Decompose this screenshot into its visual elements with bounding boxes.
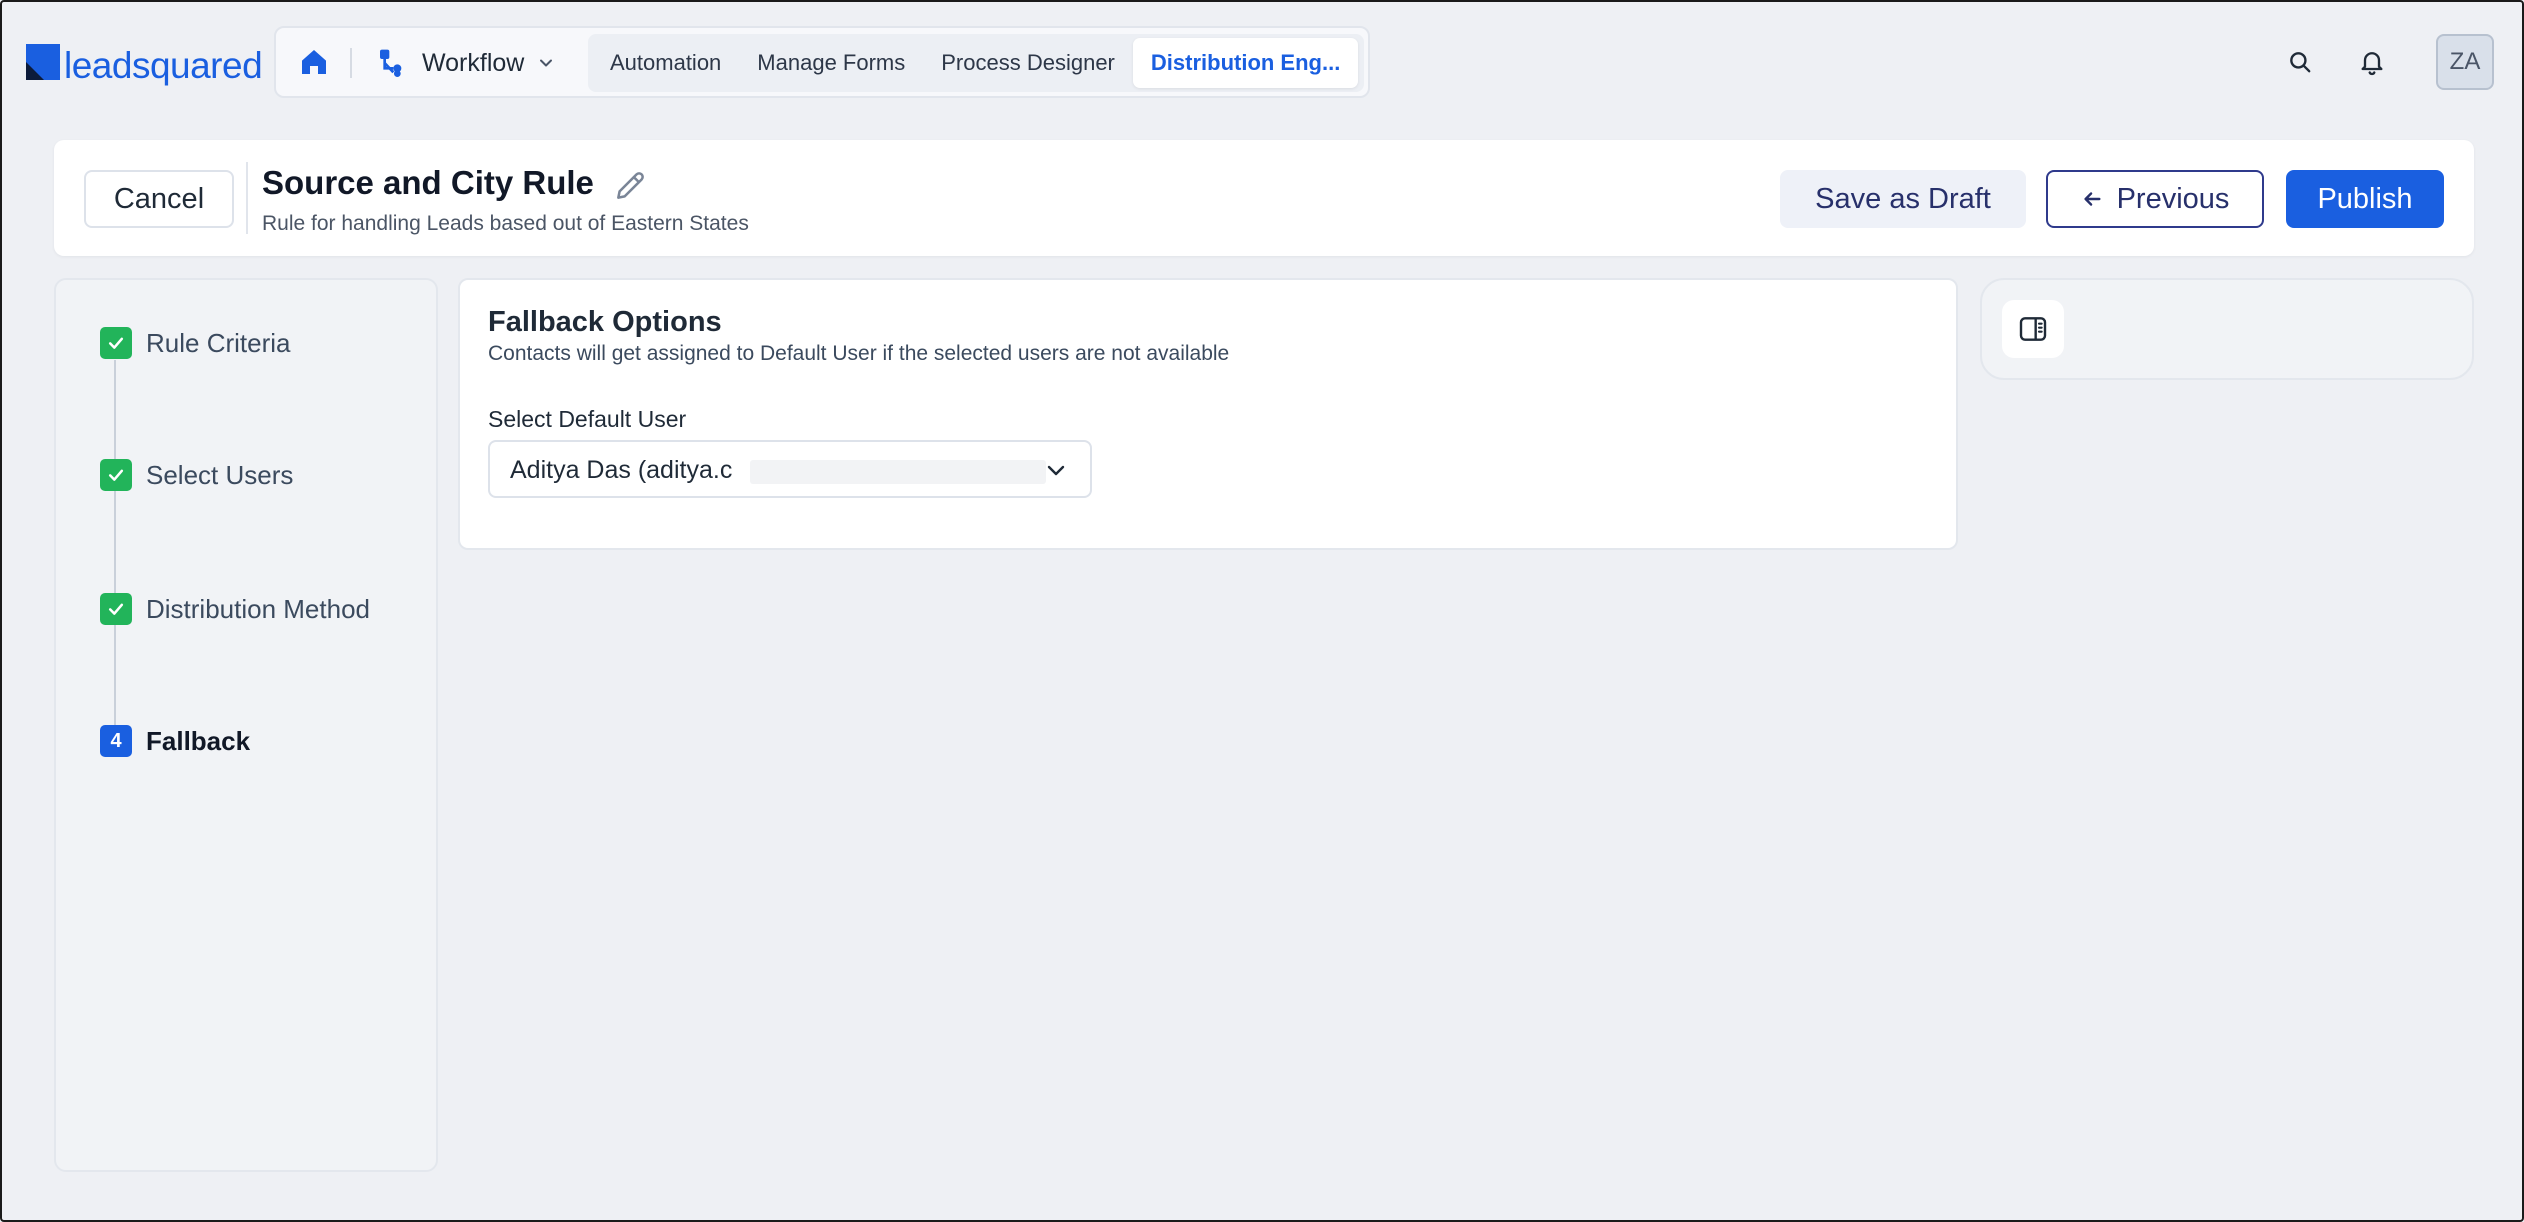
step-rule-criteria[interactable]: Rule Criteria <box>100 326 291 360</box>
side-panel <box>1980 278 2474 380</box>
app-window: leadsquared Workflow Automation Manage F… <box>0 0 2524 1222</box>
redacted-email <box>750 460 1046 484</box>
section-title: Fallback Options <box>488 306 722 338</box>
check-icon <box>100 459 132 491</box>
nav-divider <box>350 48 352 78</box>
workflow-dropdown[interactable]: Workflow <box>376 40 556 86</box>
step-label: Select Users <box>146 459 294 490</box>
page-title: Source and City Rule <box>262 164 594 201</box>
page-description: Rule for handling Leads based out of Eas… <box>262 212 749 235</box>
pencil-icon[interactable] <box>612 166 650 204</box>
rule-steps-sidebar: Rule Criteria Select Users Distribution … <box>54 278 438 1172</box>
step-label: Rule Criteria <box>146 327 291 358</box>
rule-header: Cancel Source and City Rule Rule for han… <box>54 140 2474 256</box>
step-label: Distribution Method <box>146 593 370 624</box>
section-description: Contacts will get assigned to Default Us… <box>488 342 1230 365</box>
check-icon <box>100 327 132 359</box>
bell-icon[interactable] <box>2352 42 2392 82</box>
header-divider <box>246 162 248 234</box>
publish-button[interactable]: Publish <box>2286 170 2444 228</box>
selected-user-value: Aditya Das (aditya.c <box>510 456 733 484</box>
chevron-down-icon <box>540 59 553 67</box>
sidebar-panel-icon[interactable] <box>2002 300 2064 358</box>
step-select-users[interactable]: Select Users <box>100 458 293 492</box>
module-navigation: Workflow Automation Manage Forms Process… <box>274 26 1370 98</box>
previous-button[interactable]: Previous <box>2046 170 2264 228</box>
previous-label: Previous <box>2116 182 2230 215</box>
home-icon[interactable] <box>298 46 330 78</box>
fallback-options-card: Fallback Options Contacts will get assig… <box>458 278 1958 550</box>
step-label: Fallback <box>146 725 251 756</box>
workflow-label: Workflow <box>422 48 525 77</box>
tab-automation[interactable]: Automation <box>592 38 739 88</box>
tab-distribution-engine[interactable]: Distribution Eng... <box>1132 38 1359 88</box>
default-user-label: Select Default User <box>488 406 687 432</box>
logo-text: leadsquared <box>64 45 263 86</box>
top-navigation-bar: leadsquared Workflow Automation Manage F… <box>2 2 2522 122</box>
logo-mark-icon <box>26 44 60 80</box>
leadsquared-logo[interactable]: leadsquared <box>26 38 263 84</box>
arrow-left-icon <box>2083 192 2101 206</box>
search-icon[interactable] <box>2280 42 2320 82</box>
stepper-connector <box>114 360 116 750</box>
tab-process-designer[interactable]: Process Designer <box>923 38 1133 88</box>
workflow-icon <box>380 49 402 77</box>
user-avatar[interactable]: ZA <box>2436 34 2494 90</box>
module-tabs: Automation Manage Forms Process Designer… <box>588 34 1364 92</box>
chevron-down-icon <box>1047 465 1065 476</box>
step-number-badge: 4 <box>100 725 132 757</box>
check-icon <box>100 593 132 625</box>
default-user-select[interactable]: Aditya Das (aditya.c <box>488 440 1092 498</box>
step-distribution-method[interactable]: Distribution Method <box>100 592 370 626</box>
tab-manage-forms[interactable]: Manage Forms <box>739 38 923 88</box>
step-fallback[interactable]: 4 Fallback <box>100 724 250 758</box>
save-as-draft-button[interactable]: Save as Draft <box>1780 170 2026 228</box>
cancel-button[interactable]: Cancel <box>84 170 234 228</box>
